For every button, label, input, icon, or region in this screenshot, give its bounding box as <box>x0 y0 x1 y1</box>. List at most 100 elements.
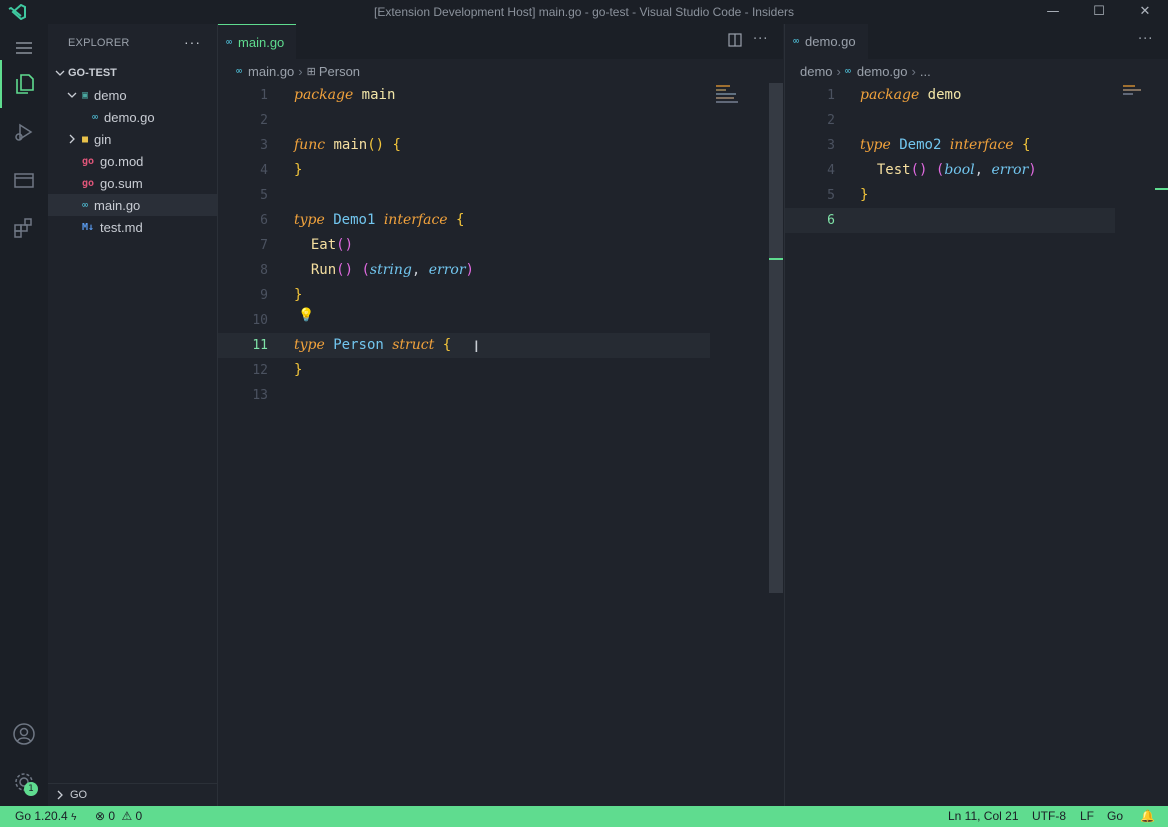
problems-status[interactable]: ⊗ 0 ⚠ 0 <box>95 809 142 823</box>
minimap <box>716 83 766 113</box>
settings-gear-icon[interactable]: 1 <box>0 758 48 806</box>
code-line[interactable]: 7 Eat() <box>218 233 783 258</box>
text-cursor-icon: I <box>474 337 479 356</box>
line-number: 5 <box>260 188 268 203</box>
explorer-icon[interactable] <box>0 60 48 108</box>
go-version-status[interactable]: Go 1.20.4 ϟ <box>15 809 76 823</box>
language-mode-status[interactable]: Go <box>1107 809 1123 823</box>
tree-item-go-sum[interactable]: go go.sum <box>48 172 217 194</box>
code-token: struct <box>392 337 435 353</box>
code-line[interactable]: 4 Test() (bool, error) <box>785 158 1168 183</box>
code-line[interactable]: 3 func main() { <box>218 133 783 158</box>
code-text: Eat() <box>294 233 353 258</box>
lightbulb-icon[interactable]: 💡 <box>298 308 314 323</box>
code-line[interactable]: 11 type Person struct { <box>218 333 783 358</box>
maximize-button[interactable]: ☐ <box>1076 0 1122 24</box>
window-title: [Extension Development Host] main.go - g… <box>374 5 794 19</box>
code-text: type Demo2 interface { <box>860 133 1030 158</box>
code-line[interactable]: 6 <box>785 208 1168 233</box>
minimize-button[interactable]: — <box>1030 0 1076 24</box>
cursor-position-status[interactable]: Ln 11, Col 21 <box>948 809 1019 823</box>
vertical-scrollbar[interactable] <box>769 83 783 593</box>
more-actions-button[interactable]: ··· <box>753 32 768 47</box>
tree-item-demo-go[interactable]: ∞ demo.go <box>48 106 217 128</box>
tree-item-demo-folder[interactable]: ▣ demo <box>48 84 217 106</box>
scrollbar-cursor-marker <box>769 258 783 260</box>
chevron-right-icon <box>69 134 75 144</box>
code-line[interactable]: 2 <box>785 108 1168 133</box>
code-token: bool <box>944 162 975 178</box>
code-line[interactable]: 6 type Demo1 interface { <box>218 208 783 233</box>
breadcrumb-separator-icon: › <box>298 63 303 79</box>
tab-bar: ∞ main.go ··· <box>218 24 783 59</box>
error-count: 0 <box>108 809 116 823</box>
breadcrumb-symbol[interactable]: ... <box>920 64 931 79</box>
tab-demo-go[interactable]: ∞ demo.go <box>785 24 868 59</box>
notifications-bell-icon[interactable]: 🔔 <box>1140 809 1155 823</box>
code-line[interactable]: 5 <box>218 183 783 208</box>
breadcrumb-symbol[interactable]: Person <box>319 64 360 79</box>
code-token: { <box>1022 137 1031 153</box>
code-token: string <box>369 262 412 278</box>
code-line[interactable]: 5} <box>785 183 1168 208</box>
code-token: ) <box>1028 162 1037 178</box>
breadcrumb-folder[interactable]: demo <box>800 64 833 79</box>
line-number: 1 <box>260 88 268 103</box>
lightning-icon: ϟ <box>71 812 77 823</box>
run-debug-icon[interactable] <box>0 108 48 156</box>
code-line[interactable]: 1 package demo <box>785 83 1168 108</box>
line-number: 3 <box>827 138 835 153</box>
tree-item-main-go[interactable]: ∞ main.go <box>48 194 217 216</box>
account-icon[interactable] <box>0 710 48 758</box>
code-line[interactable]: 9} <box>218 283 783 308</box>
editor-group-main: ∞ main.go ··· ∞ main.go › ⊞ Person 1 pack… <box>218 24 783 806</box>
code-line[interactable]: 1 package main <box>218 83 783 108</box>
line-number: 1 <box>827 88 835 103</box>
folder-icon: ■ <box>82 133 89 145</box>
workspace-root[interactable]: GO-TEST <box>48 62 217 84</box>
split-editor-icon[interactable] <box>728 33 742 47</box>
eol-status[interactable]: LF <box>1080 809 1094 823</box>
code-text: type Person struct { <box>294 333 451 358</box>
code-line[interactable]: 4} <box>218 158 783 183</box>
code-text: } <box>860 183 868 208</box>
explorer-more-button[interactable]: ··· <box>184 34 201 50</box>
tree-item-gin-folder[interactable]: ■ gin <box>48 128 217 150</box>
code-token: ) <box>465 262 474 278</box>
code-line[interactable]: 8 Run() (string, error) <box>218 258 783 283</box>
code-token: { <box>442 337 452 353</box>
tree-item-label: main.go <box>94 197 141 213</box>
remote-explorer-icon[interactable] <box>0 156 48 204</box>
encoding-status[interactable]: UTF-8 <box>1032 809 1066 823</box>
close-button[interactable]: ✕ <box>1122 0 1168 24</box>
breadcrumb-file[interactable]: main.go <box>248 64 294 79</box>
code-line[interactable]: 3 type Demo2 interface { <box>785 133 1168 158</box>
tree-item-go-mod[interactable]: go go.mod <box>48 150 217 172</box>
tree-item-label: gin <box>94 131 112 147</box>
code-line[interactable]: 12} <box>218 358 783 383</box>
line-number: 6 <box>827 213 835 228</box>
code-token: () <box>336 262 354 278</box>
tree-item-test-md[interactable]: M↓ test.md <box>48 216 217 238</box>
code-line[interactable]: 2 <box>218 108 783 133</box>
tab-main-go[interactable]: ∞ main.go <box>218 24 297 59</box>
code-text: package main <box>294 83 395 108</box>
code-line[interactable]: 13 <box>218 383 783 408</box>
go-file-icon: ∞ <box>793 36 800 47</box>
code-token: type <box>860 137 891 153</box>
code-token: { <box>456 212 465 228</box>
line-number: 11 <box>252 338 268 353</box>
line-number: 10 <box>252 313 268 328</box>
error-icon: ⊗ <box>95 809 106 823</box>
extensions-icon[interactable] <box>0 204 48 252</box>
more-actions-button[interactable]: ··· <box>1138 32 1153 47</box>
breadcrumb: ∞ main.go › ⊞ Person <box>218 59 783 83</box>
go-file-icon: ∞ <box>236 65 243 77</box>
workspace-root-label: GO-TEST <box>68 67 117 79</box>
breadcrumb-file[interactable]: demo.go <box>857 64 908 79</box>
go-outline-section[interactable]: GO <box>48 783 217 806</box>
